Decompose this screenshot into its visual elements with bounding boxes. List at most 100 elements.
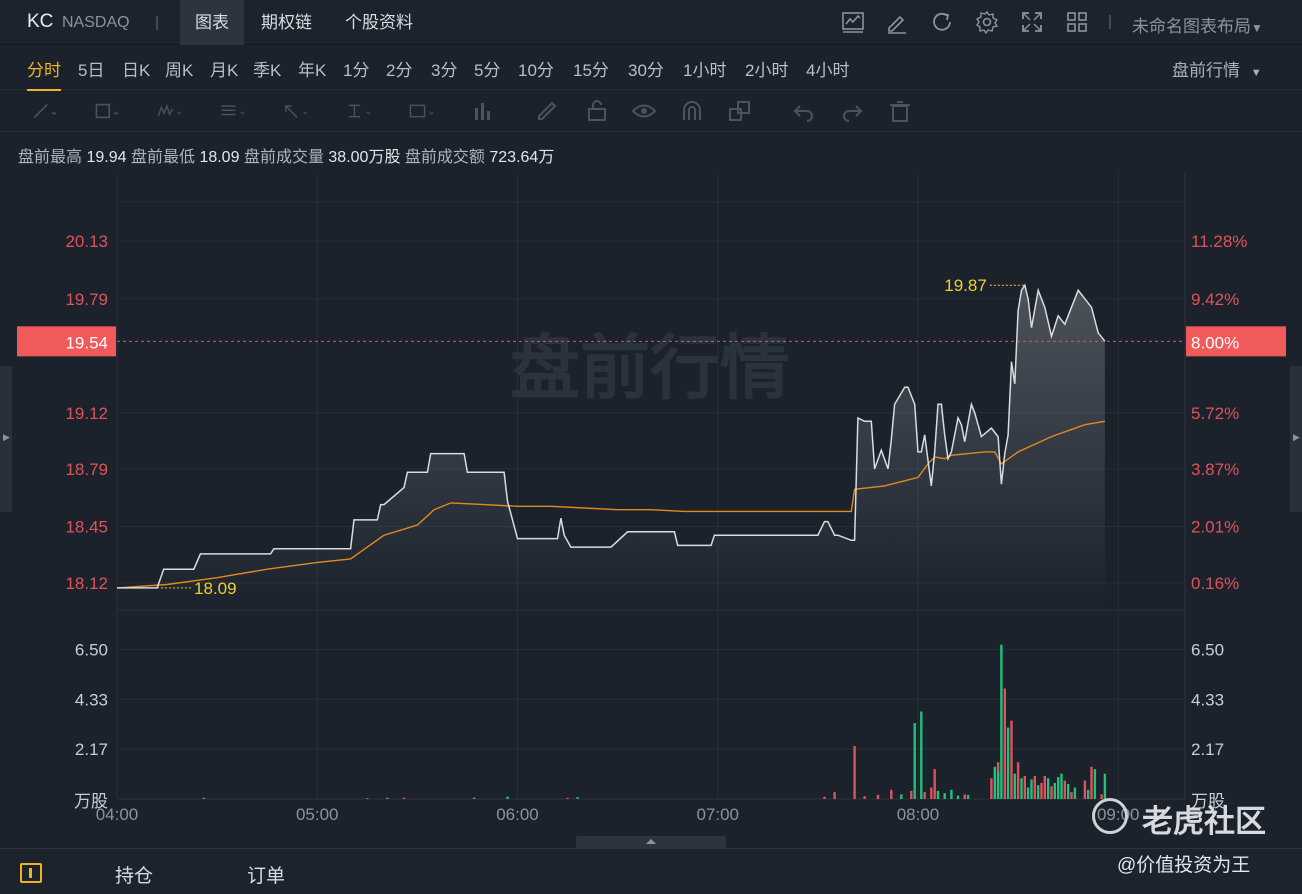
timeframe-15[interactable]: 2小时 xyxy=(745,56,788,81)
timeframe-1[interactable]: 5日 xyxy=(78,56,104,81)
undo-icon[interactable] xyxy=(792,100,816,122)
volume-bar-4 xyxy=(472,797,476,799)
intraday-chart[interactable]: 盘前行情 20.13 11.28% 19.79 9.42% 19.12 5.72% 18.7… xyxy=(0,135,1302,845)
tab-chart[interactable]: 图表 xyxy=(180,0,244,45)
current-price-text: 19.54 xyxy=(65,333,108,352)
volume-bar-31 xyxy=(1000,644,1003,799)
text-tool-icon[interactable] xyxy=(409,100,433,122)
layout-name[interactable]: 未命名图表布局▼ xyxy=(1132,12,1263,37)
tab-stock-info[interactable]: 个股资料 xyxy=(330,0,428,45)
tab-options-chain[interactable]: 期权链 xyxy=(246,0,327,45)
timeframe-3[interactable]: 周K xyxy=(165,56,193,81)
volume-bar-19 xyxy=(930,787,933,799)
timeframe-13[interactable]: 30分 xyxy=(628,56,664,81)
volume-bar-15 xyxy=(910,790,913,799)
volume-bar-38 xyxy=(1023,776,1026,799)
pct-tick-3: 3.87% xyxy=(1191,460,1239,479)
vol-tick-left-0: 6.50 xyxy=(75,640,108,659)
indicator-icon[interactable] xyxy=(841,10,865,34)
volume-bar-17 xyxy=(920,711,923,799)
price-tick-3: 18.79 xyxy=(65,460,108,479)
pct-tick-5: 0.16% xyxy=(1191,574,1239,593)
fullscreen-icon[interactable] xyxy=(1020,10,1044,34)
volume-bar-23 xyxy=(950,789,953,799)
volume-bar-5 xyxy=(506,796,509,799)
pattern-tool-icon[interactable] xyxy=(157,100,181,122)
volume-bar-43 xyxy=(1040,782,1043,799)
volume-bar-9 xyxy=(833,792,836,799)
rectangle-tool-icon[interactable] xyxy=(94,100,118,122)
tiger-logo-icon xyxy=(1092,798,1128,834)
volume-bar-27 xyxy=(990,778,993,799)
arrow-tool-icon[interactable] xyxy=(283,100,307,122)
timeframe-11[interactable]: 10分 xyxy=(518,56,554,81)
clone-icon[interactable] xyxy=(728,100,752,122)
timeframe-10[interactable]: 5分 xyxy=(474,56,500,81)
timeframe-7[interactable]: 1分 xyxy=(343,56,369,81)
volume-bar-8 xyxy=(823,796,826,799)
volume-bar-40 xyxy=(1030,779,1033,799)
chart-watermark: 盘前行情 xyxy=(510,329,790,407)
volume-bar-37 xyxy=(1020,778,1023,799)
volume-bar-14 xyxy=(900,794,903,799)
pct-tick-1: 9.42% xyxy=(1191,290,1239,309)
panel-resize-handle[interactable] xyxy=(576,836,726,848)
fib-tool-icon[interactable] xyxy=(220,100,244,122)
grid-layout-icon[interactable] xyxy=(1065,10,1089,34)
lock-icon[interactable] xyxy=(585,100,609,122)
settings-icon[interactable] xyxy=(975,10,999,34)
timeframe-0[interactable]: 分时 xyxy=(27,56,61,91)
timeframe-4[interactable]: 月K xyxy=(210,56,238,81)
timeframe-14[interactable]: 1小时 xyxy=(683,56,726,81)
separator-2: | xyxy=(1108,13,1112,30)
volume-bar-59 xyxy=(1103,773,1107,799)
x-tick-2: 06:00 xyxy=(496,805,539,824)
redo-icon[interactable] xyxy=(840,100,864,122)
volume-bar-54 xyxy=(1083,780,1087,799)
volume-bar-2 xyxy=(386,797,389,799)
edit-icon[interactable] xyxy=(885,10,909,34)
volume-bar-33 xyxy=(1006,727,1010,799)
volume-bar-48 xyxy=(1057,777,1060,799)
eye-icon[interactable] xyxy=(632,100,656,122)
volume-profile-icon[interactable] xyxy=(472,100,496,122)
vol-tick-left-2: 2.17 xyxy=(75,740,108,759)
x-tick-0: 04:00 xyxy=(96,805,139,824)
volume-bar-25 xyxy=(963,794,966,799)
timeframe-16[interactable]: 4小时 xyxy=(806,56,849,81)
tab-orders[interactable]: 订单 xyxy=(247,861,285,888)
timeframe-2[interactable]: 日K xyxy=(122,56,150,81)
max-label: 19.87 xyxy=(944,276,987,295)
bottom-bar: 持仓 订单 xyxy=(0,848,1302,894)
magnet-icon[interactable] xyxy=(680,100,704,122)
timeframe-8[interactable]: 2分 xyxy=(386,56,412,81)
volume-bar-20 xyxy=(933,769,936,799)
volume-bar-16 xyxy=(913,723,916,799)
volume-bar-24 xyxy=(956,795,960,799)
symbol[interactable]: KC xyxy=(27,11,53,33)
min-label: 18.09 xyxy=(194,579,237,598)
session-selector[interactable]: 盘前行情 ▼ xyxy=(1172,56,1262,81)
refresh-icon[interactable] xyxy=(930,10,954,34)
volume-bar-3 xyxy=(402,797,406,799)
current-pct-text: 8.00% xyxy=(1191,333,1239,352)
pen-icon[interactable] xyxy=(536,100,560,122)
price-tick-1: 19.79 xyxy=(65,290,108,309)
timeframe-9[interactable]: 3分 xyxy=(431,56,457,81)
timeframe-5[interactable]: 季K xyxy=(253,56,281,81)
tab-positions[interactable]: 持仓 xyxy=(115,861,153,888)
measure-tool-icon[interactable] xyxy=(346,100,370,122)
volume-bar-35 xyxy=(1013,773,1016,799)
trash-icon[interactable] xyxy=(888,100,912,122)
pct-tick-0: 11.28% xyxy=(1191,232,1247,251)
volume-bar-28 xyxy=(993,766,996,799)
price-tick-0: 20.13 xyxy=(65,232,108,251)
session-dropdown-icon: ▼ xyxy=(1250,67,1262,79)
timeframe-6[interactable]: 年K xyxy=(298,56,326,81)
line-tool-icon[interactable] xyxy=(32,100,56,122)
volume-bar-0 xyxy=(202,797,205,799)
timeframe-12[interactable]: 15分 xyxy=(573,56,609,81)
volume-bar-7 xyxy=(576,797,579,799)
volume-bar-12 xyxy=(876,794,880,799)
panel-icon[interactable] xyxy=(20,863,42,883)
